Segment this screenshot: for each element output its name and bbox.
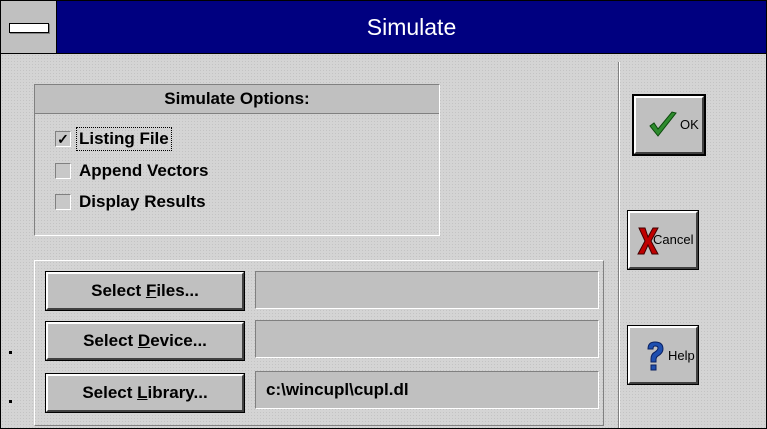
select-device-button-hotkey: D bbox=[137, 331, 151, 350]
vertical-divider bbox=[618, 62, 620, 428]
select-library-button[interactable]: Select Library... bbox=[45, 373, 245, 413]
question-mark-icon bbox=[647, 341, 664, 371]
display-results-check-box[interactable] bbox=[55, 194, 71, 210]
select-files-button[interactable]: Select Files... bbox=[45, 271, 245, 311]
cancel-label: Cancel bbox=[653, 232, 694, 247]
display-results-label[interactable]: Display Results bbox=[77, 191, 208, 213]
select-device-button-prefix: Select bbox=[83, 331, 138, 350]
select-files-button-hotkey: F bbox=[145, 281, 157, 300]
listing-file-label[interactable]: Listing File bbox=[76, 127, 172, 151]
select-library-button-prefix: Select bbox=[82, 383, 138, 402]
dialog-body: Simulate Options: ✓ Listing File Append … bbox=[1, 54, 766, 428]
files-field bbox=[255, 271, 599, 309]
append-vectors-check-box[interactable] bbox=[55, 163, 71, 179]
window-title: Simulate bbox=[366, 14, 457, 40]
select-library-button-hotkey: L bbox=[137, 383, 148, 402]
help-button[interactable]: Help bbox=[627, 325, 699, 385]
listing-file-check-box[interactable]: ✓ bbox=[55, 131, 71, 147]
cancel-button[interactable]: Cancel bbox=[627, 210, 699, 270]
stray-pixel bbox=[9, 400, 12, 403]
simulate-options-header: Simulate Options: bbox=[35, 85, 439, 114]
select-device-button[interactable]: Select Device... bbox=[45, 321, 245, 361]
title-bar[interactable]: Simulate bbox=[1, 1, 766, 54]
device-field bbox=[255, 320, 599, 358]
system-menu-icon bbox=[9, 23, 49, 33]
ok-button[interactable]: OK bbox=[632, 94, 706, 156]
checkmark-icon bbox=[649, 111, 677, 137]
simulate-dialog: Simulate Simulate Options: ✓ Listing Fil… bbox=[0, 0, 767, 429]
system-menu-button[interactable] bbox=[1, 1, 57, 53]
select-files-button-suffix: iles... bbox=[156, 281, 199, 300]
append-vectors-label[interactable]: Append Vectors bbox=[77, 160, 210, 182]
select-library-button-suffix: ibrary... bbox=[147, 383, 208, 402]
stray-pixel bbox=[9, 351, 12, 354]
ok-label: OK bbox=[680, 117, 699, 132]
library-field: c:\wincupl\cupl.dl bbox=[255, 371, 599, 409]
help-label: Help bbox=[668, 348, 695, 363]
select-files-button-prefix: Select bbox=[91, 281, 146, 300]
select-device-button-suffix: evice... bbox=[150, 331, 207, 350]
simulate-options-group: Simulate Options: ✓ Listing File Append … bbox=[34, 84, 440, 236]
file-selection-panel: Select Files... Select Device... Select … bbox=[34, 260, 604, 426]
